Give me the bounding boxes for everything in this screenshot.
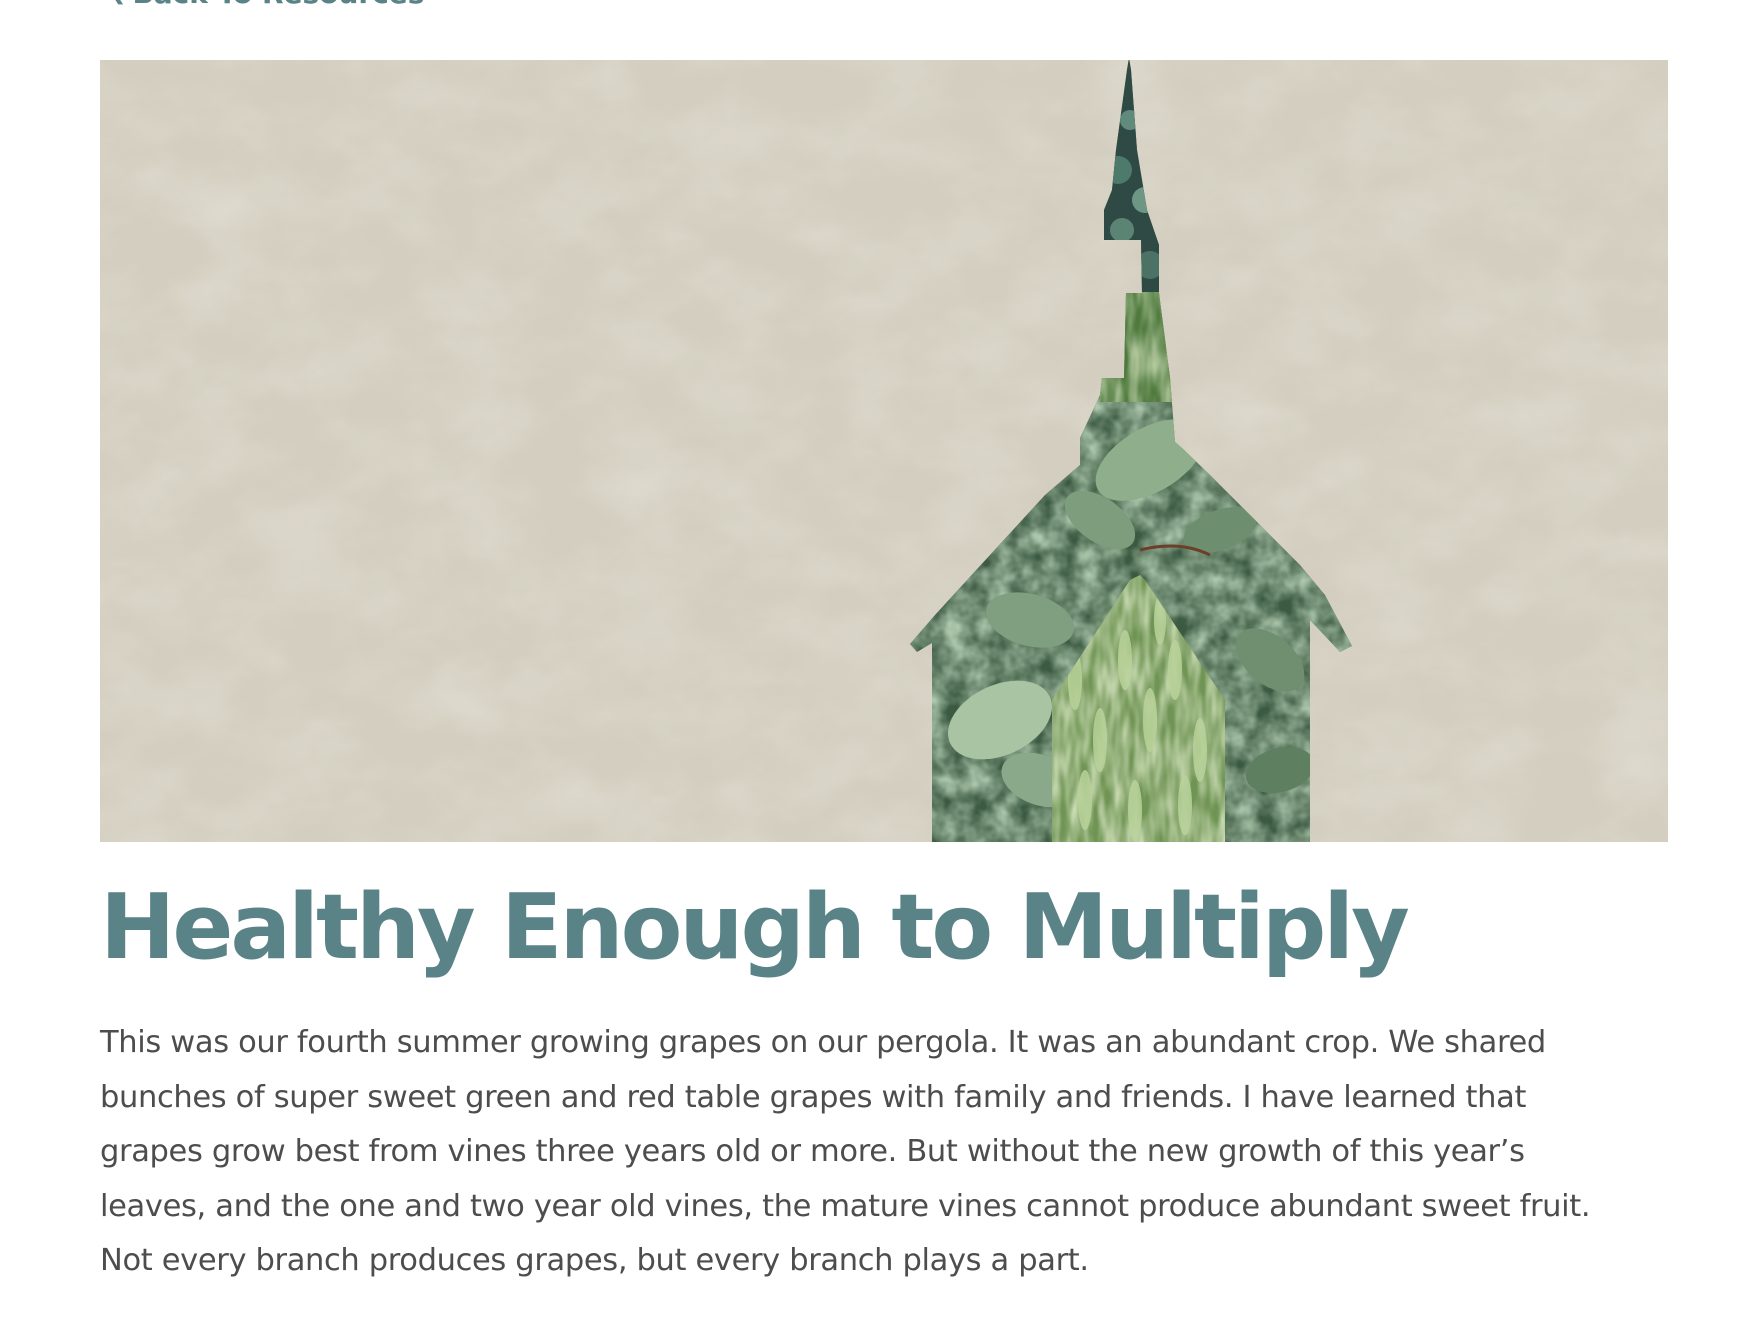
body-line: bunches of super sweet green and red tab… (100, 1079, 1527, 1115)
body-line: This was our fourth summer growing grape… (100, 1025, 1546, 1060)
hero-image (100, 60, 1668, 842)
article-body: This was our fourth summer growing grape… (100, 1016, 1700, 1289)
body-line: leaves, and the one and two year old vin… (100, 1188, 1591, 1224)
body-line: grapes grow best from vines three years … (100, 1134, 1525, 1169)
back-to-resources-link[interactable]: ❮ Back To Resources (108, 0, 424, 10)
article-title: Healthy Enough to Multiply (100, 875, 1410, 980)
back-link-label: Back To Resources (132, 0, 424, 10)
body-line: Not every branch produces grapes, but ev… (100, 1243, 1089, 1278)
chevron-left-icon: ❮ (108, 0, 126, 4)
